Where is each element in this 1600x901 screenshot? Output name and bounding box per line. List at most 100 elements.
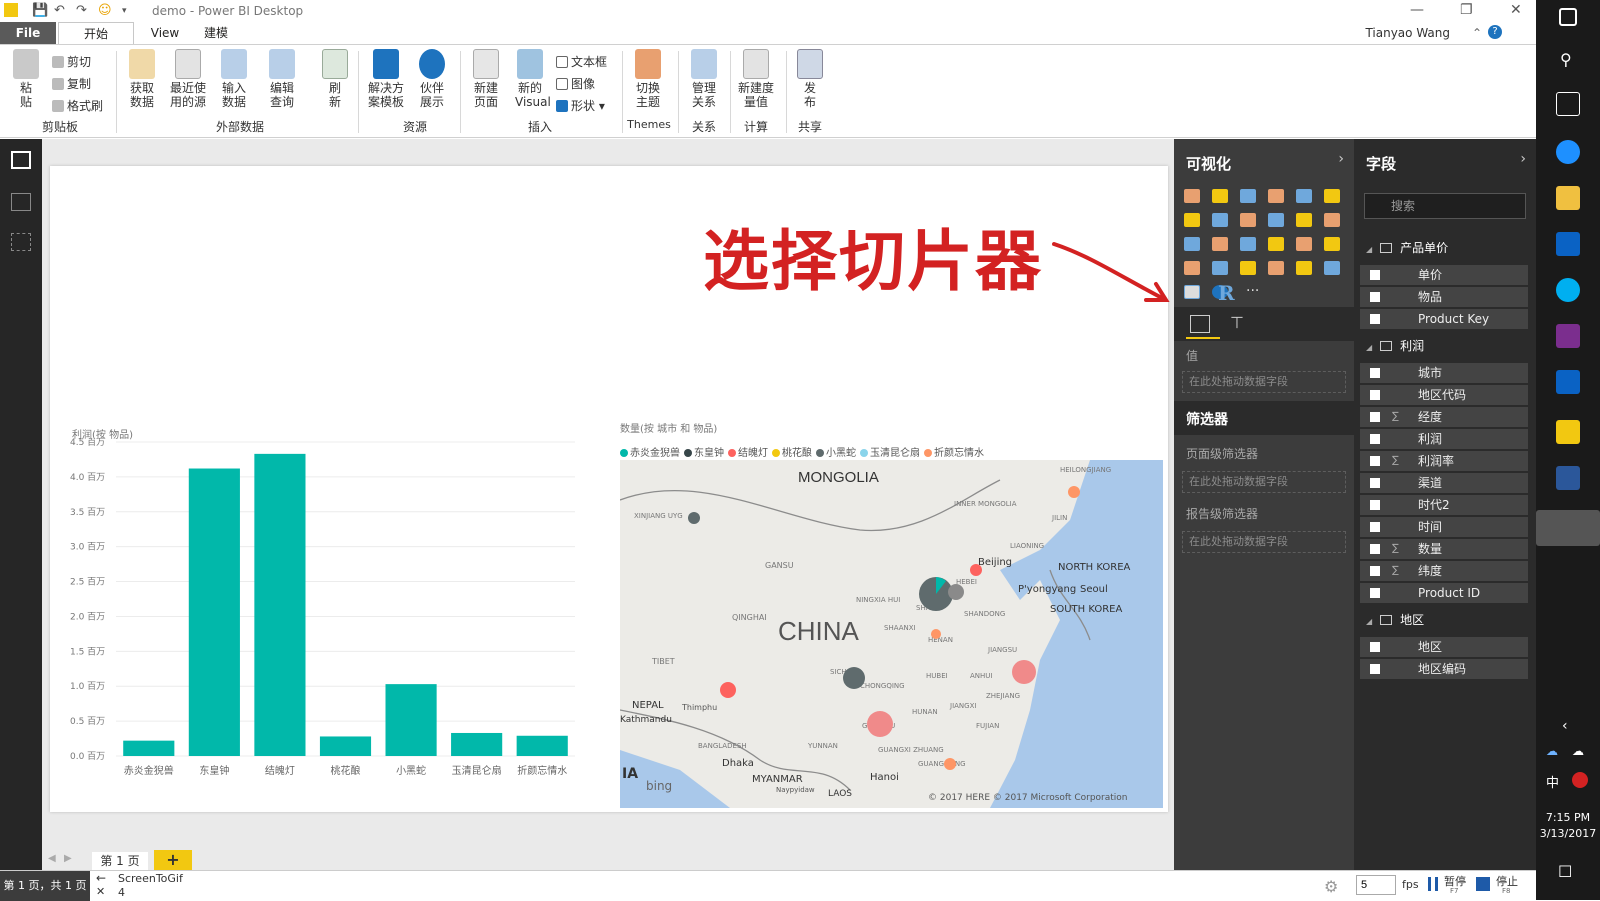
close-recording-icon[interactable]: ✕ — [96, 885, 105, 898]
visual-type-icon[interactable] — [1240, 213, 1256, 227]
word-icon[interactable] — [1556, 466, 1580, 490]
collapse-ribbon-icon[interactable]: ⌃ — [1472, 26, 1482, 40]
field-item[interactable]: ∑ 利润率 — [1360, 451, 1528, 471]
relationships-view-icon[interactable] — [11, 233, 31, 251]
field-item[interactable]: 单价 — [1360, 265, 1528, 285]
field-checkbox[interactable] — [1370, 500, 1380, 510]
tab-home[interactable]: 开始 — [58, 22, 134, 44]
windows-start-icon[interactable] — [1559, 8, 1577, 26]
save-icon[interactable]: 💾 — [32, 3, 48, 18]
copy-button[interactable]: 复制 — [52, 75, 91, 92]
field-item[interactable]: 时代2 — [1360, 495, 1528, 515]
help-icon[interactable]: ? — [1488, 25, 1502, 39]
legend-entry[interactable]: 赤炎金猊兽 — [620, 448, 680, 459]
field-checkbox[interactable] — [1370, 566, 1380, 576]
paste-button[interactable]: 粘贴 — [8, 49, 44, 109]
map-bubble[interactable] — [720, 682, 736, 698]
restore-icon[interactable]: ❐ — [1460, 2, 1473, 18]
partner-showcase-button[interactable]: 伙伴展示 — [412, 49, 452, 109]
visual-type-icon[interactable] — [1240, 261, 1256, 275]
next-page-icon[interactable]: ▶ — [64, 853, 72, 864]
report-view-icon[interactable] — [11, 151, 31, 169]
screentogif-taskbar-icon[interactable] — [1536, 510, 1600, 546]
enter-data-button[interactable]: 输入数据 — [214, 49, 254, 109]
field-checkbox[interactable] — [1370, 314, 1380, 324]
smiley-icon[interactable]: ☺ — [98, 3, 112, 18]
legend-entry[interactable]: 结魄灯 — [728, 448, 768, 459]
map-bubble[interactable] — [843, 667, 865, 689]
bar[interactable] — [385, 684, 437, 756]
field-checkbox[interactable] — [1370, 544, 1380, 554]
field-search-input[interactable]: 搜索 — [1364, 193, 1526, 219]
field-checkbox[interactable] — [1370, 434, 1380, 444]
visual-type-icon[interactable] — [1324, 261, 1340, 275]
format-paint-roller-icon[interactable]: ⊤ — [1230, 313, 1244, 332]
field-item[interactable]: ∑ 纬度 — [1360, 561, 1528, 581]
bar[interactable] — [123, 740, 175, 756]
table-header[interactable]: ◢ 产品单价 — [1366, 239, 1448, 256]
redo-icon[interactable]: ↷ — [76, 3, 87, 18]
field-item[interactable]: ∑ 数量 — [1360, 539, 1528, 559]
collapse-fields-icon[interactable]: › — [1520, 151, 1526, 167]
map-visual[interactable]: 数量(按 城市 和 物品) 赤炎金猊兽 东皇钟 结魄灯 桃花酿 小黑蛇 玉清昆仑扇 折颜忘情… — [620, 420, 1165, 808]
field-checkbox[interactable] — [1370, 292, 1380, 302]
onenote-icon[interactable] — [1556, 324, 1580, 348]
report-filters-drop-zone[interactable]: 在此处拖动数据字段 — [1182, 531, 1346, 553]
field-checkbox[interactable] — [1370, 412, 1380, 422]
field-checkbox[interactable] — [1370, 368, 1380, 378]
collapse-viz-icon[interactable]: › — [1338, 151, 1344, 167]
visual-type-icon[interactable] — [1268, 189, 1284, 203]
map-bubble[interactable] — [931, 629, 941, 639]
map-bubble[interactable] — [688, 512, 700, 524]
visual-type-icon[interactable] — [1324, 213, 1340, 227]
tab-modeling[interactable]: 建模 — [196, 22, 236, 44]
map-bubble[interactable] — [948, 584, 964, 600]
field-checkbox[interactable] — [1370, 522, 1380, 532]
field-item[interactable]: ∑ 经度 — [1360, 407, 1528, 427]
bar[interactable] — [254, 453, 306, 756]
field-checkbox[interactable] — [1370, 588, 1380, 598]
search-icon[interactable]: ⚲ — [1560, 50, 1572, 69]
outlook-2-icon[interactable] — [1556, 370, 1580, 394]
legend-entry[interactable]: 玉清昆仑扇 — [860, 448, 920, 459]
minimize-icon[interactable]: — — [1410, 2, 1424, 18]
prev-page-icon[interactable]: ◀ — [48, 853, 56, 864]
clock[interactable]: 7:15 PM 3/13/2017 — [1536, 810, 1600, 842]
r-visual-icon[interactable]: R — [1218, 281, 1235, 305]
bar[interactable] — [451, 732, 503, 756]
fields-tab-icon[interactable] — [1190, 315, 1210, 333]
outlook-icon[interactable] — [1556, 232, 1580, 256]
legend-entry[interactable]: 桃花酿 — [772, 448, 812, 459]
page-filters-drop-zone[interactable]: 在此处拖动数据字段 — [1182, 471, 1346, 493]
visual-type-icon[interactable] — [1268, 237, 1284, 251]
switch-theme-button[interactable]: 切换主题 — [628, 49, 668, 109]
expand-icon[interactable]: ◢ — [1366, 343, 1372, 352]
edit-queries-button[interactable]: 编辑查询 — [262, 49, 302, 109]
undo-icon[interactable]: ↶ — [54, 3, 65, 18]
new-visual-button[interactable]: 新的Visual — [510, 49, 551, 109]
image-button[interactable]: 图像 — [556, 75, 595, 92]
more-visuals-icon[interactable]: ··· — [1246, 283, 1259, 299]
visual-type-icon[interactable] — [1212, 213, 1228, 227]
bar[interactable] — [516, 735, 568, 756]
manage-relationships-button[interactable]: 管理关系 — [684, 49, 724, 109]
ime-indicator[interactable]: 中 — [1546, 772, 1559, 791]
visual-type-icon[interactable] — [1296, 189, 1312, 203]
visual-type-icon[interactable] — [1296, 213, 1312, 227]
new-measure-button[interactable]: 新建度量值 — [734, 49, 778, 109]
recent-sources-button[interactable]: 最近使用的源 — [166, 49, 210, 109]
data-view-icon[interactable] — [11, 193, 31, 211]
shapes-button[interactable]: 形状 ▾ — [556, 97, 605, 114]
expand-icon[interactable]: ◢ — [1366, 617, 1372, 626]
values-drop-zone[interactable]: 在此处拖动数据字段 — [1182, 371, 1346, 393]
close-icon[interactable]: ✕ — [1510, 2, 1522, 18]
visual-type-icon[interactable] — [1212, 189, 1228, 203]
table-header[interactable]: ◢ 地区 — [1366, 611, 1424, 628]
map-bubble[interactable] — [1012, 660, 1036, 684]
show-hidden-icons[interactable]: ‹ — [1562, 718, 1568, 734]
visual-type-icon[interactable] — [1184, 261, 1200, 275]
visual-type-icon[interactable] — [1296, 237, 1312, 251]
cut-button[interactable]: 剪切 — [52, 53, 91, 70]
solution-templates-button[interactable]: 解决方案模板 — [364, 49, 408, 109]
edge-browser-icon[interactable] — [1556, 140, 1580, 164]
